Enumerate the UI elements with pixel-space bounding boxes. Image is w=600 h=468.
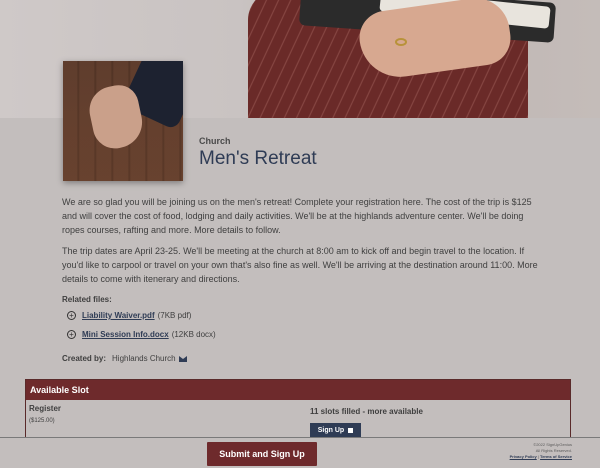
created-by-label: Created by: xyxy=(62,354,107,363)
link-separator: | xyxy=(537,454,539,459)
creator-name: Highlands Church xyxy=(112,354,176,363)
submit-and-sign-up-button[interactable]: Submit and Sign Up xyxy=(207,442,317,466)
file-link-liability-waiver[interactable]: Liability Waiver.pdf xyxy=(82,311,155,320)
legal-notice: ©2022 SignUpGenius All Rights Reserved. … xyxy=(510,442,572,460)
hero-ring xyxy=(395,38,407,46)
slot-name: Register xyxy=(29,404,62,413)
terms-of-service-link[interactable]: Terms of Service xyxy=(540,454,572,459)
file-link-mini-session-info[interactable]: Mini Session Info.docx xyxy=(82,330,169,339)
checkbox-icon xyxy=(348,427,354,433)
slot-price: ($125.00) xyxy=(29,418,55,424)
created-by: Created by: Highlands Church xyxy=(62,354,187,363)
event-category: Church xyxy=(199,136,231,146)
mail-icon[interactable] xyxy=(178,355,187,362)
plus-circle-icon[interactable]: + xyxy=(67,311,76,320)
file-meta: (7KB pdf) xyxy=(157,311,192,320)
slot-table: Available Slot Register ($125.00) 11 slo… xyxy=(25,379,571,441)
slot-status: 11 slots filled - more available xyxy=(310,407,423,416)
description-paragraph-1: We are so glad you will be joining us on… xyxy=(62,197,532,235)
event-photo xyxy=(63,61,183,181)
page-title: Men's Retreat xyxy=(199,148,317,169)
related-file-item: + Mini Session Info.docx (12KB docx) xyxy=(67,330,216,339)
sign-up-button[interactable]: Sign Up xyxy=(310,423,361,437)
related-files-label: Related files: xyxy=(62,295,112,304)
file-meta: (12KB docx) xyxy=(171,330,216,339)
privacy-policy-link[interactable]: Privacy Policy xyxy=(510,454,537,459)
related-file-item: + Liability Waiver.pdf (7KB pdf) xyxy=(67,311,191,320)
description-paragraph-2: The trip dates are April 23-25. We'll be… xyxy=(62,246,538,284)
slot-table-header: Available Slot xyxy=(26,380,570,400)
plus-circle-icon[interactable]: + xyxy=(67,330,76,339)
sign-up-label: Sign Up xyxy=(317,426,345,434)
